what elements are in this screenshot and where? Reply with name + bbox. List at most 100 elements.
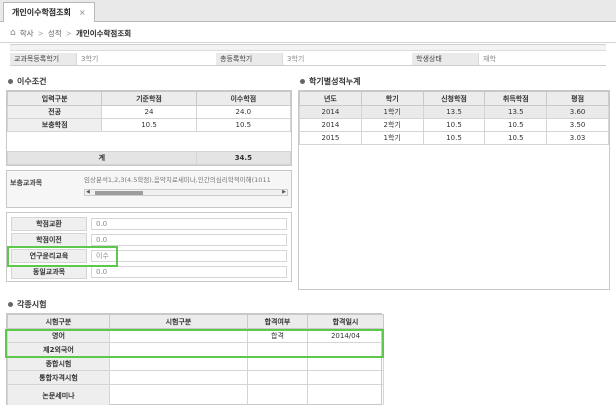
- scrollbar-thumb[interactable]: [95, 191, 143, 195]
- table-cell: 1학기: [360, 105, 424, 119]
- total-value: 34.5: [195, 151, 292, 165]
- column-header: 이수학점: [195, 91, 292, 106]
- table-row-empty: [8, 132, 291, 152]
- credit-row: 연구윤리교육 이수: [11, 249, 289, 263]
- column-header: 시험구분: [109, 314, 248, 329]
- table-cell: 10.5: [101, 118, 197, 132]
- table-cell: 합격: [247, 328, 308, 343]
- column-header: 기준학점: [101, 91, 197, 106]
- column-header: 학기: [360, 91, 424, 106]
- row-label: 영어: [7, 328, 110, 343]
- table-cell: [307, 370, 384, 385]
- table-cell: [109, 342, 248, 357]
- credit-row: 동일교과목 0.0: [11, 265, 289, 279]
- table-cell: [109, 384, 248, 405]
- home-icon[interactable]: ⌂: [10, 28, 16, 38]
- completion-table: 입력구분 기준학점 이수학점 전공 24 24.0 보충학점 10.5 10.5…: [6, 90, 292, 166]
- tab-bar: 개인이수학점조회 ×: [0, 0, 616, 22]
- column-header: 년도: [299, 91, 362, 106]
- table-cell: [109, 356, 248, 371]
- table-row[interactable]: 전공 24 24.0: [6, 105, 292, 119]
- table-row[interactable]: 2014 2학기 10.5 10.5 3.50: [299, 118, 609, 132]
- bullet-icon: [8, 79, 13, 84]
- bullet-icon: [8, 302, 13, 307]
- column-header: 평점: [546, 91, 609, 106]
- table-cell: 10.5: [195, 118, 292, 132]
- credit-field[interactable]: 0.0: [91, 218, 287, 230]
- row-label: 제2외국어: [7, 342, 110, 357]
- row-label: 보충학점: [6, 118, 103, 132]
- table-cell: 10.5: [422, 131, 486, 145]
- horizontal-scrollbar[interactable]: ◀ ▶: [84, 189, 288, 196]
- row-label: 논문세미나: [7, 384, 110, 405]
- table-cell: 10.5: [484, 118, 548, 132]
- completion-title-text: 이수조건: [17, 77, 47, 86]
- column-header: 합격여부: [247, 314, 308, 329]
- close-icon[interactable]: ×: [79, 8, 86, 17]
- table-row[interactable]: 2014 1학기 13.5 13.5 3.60: [299, 105, 609, 119]
- credit-row: 학점이전 0.0: [11, 233, 289, 247]
- tab-label: 개인이수학점조회: [12, 8, 71, 17]
- table-row[interactable]: 제2외국어: [7, 342, 384, 357]
- credit-field[interactable]: 0.0: [91, 234, 287, 246]
- breadcrumb-item[interactable]: 성적: [48, 28, 62, 39]
- divider: [0, 42, 616, 43]
- credit-label: 동일교과목: [11, 265, 87, 279]
- total-label: 계: [7, 151, 197, 165]
- table-row[interactable]: 보충학점 10.5 10.5: [6, 118, 292, 132]
- table-cell: 24.0: [195, 105, 292, 119]
- breadcrumb-current: 개인이수학점조회: [75, 28, 132, 38]
- breadcrumb: ⌂ 학사 > 성적 > 개인이수학점조회: [10, 27, 131, 39]
- table-cell: [307, 356, 384, 371]
- table-cell: [247, 384, 308, 405]
- total-row: 계 34.5: [7, 151, 292, 165]
- scroll-left-icon[interactable]: ◀: [86, 189, 90, 195]
- semester-section-title: 학기별성적누계: [300, 76, 361, 87]
- table-cell: 13.5: [422, 105, 486, 119]
- credit-field[interactable]: 0.0: [91, 266, 287, 278]
- exams-section-title: 각종시험: [8, 299, 46, 310]
- table-row[interactable]: 논문세미나: [7, 384, 384, 405]
- credit-row: 학점교환 0.0: [11, 217, 289, 231]
- row-label: 전공: [6, 105, 103, 119]
- info-value: 3학기: [282, 53, 412, 65]
- row-label: 종합시험: [7, 356, 110, 371]
- table-cell: [247, 370, 308, 385]
- table-cell: 2014/04: [307, 328, 384, 343]
- tab-personal-credits[interactable]: 개인이수학점조회 ×: [3, 2, 95, 22]
- breadcrumb-item[interactable]: 학사: [20, 28, 34, 39]
- row-label: 통합자격시험: [7, 370, 110, 385]
- table-row[interactable]: 영어 합격 2014/04: [7, 328, 384, 343]
- table-cell: [307, 342, 384, 357]
- table-cell: 2014: [299, 118, 362, 132]
- table-cell: [109, 328, 248, 343]
- table-cell: [247, 342, 308, 357]
- table-row[interactable]: 종합시험: [7, 356, 384, 371]
- table-row[interactable]: 통합자격시험: [7, 370, 384, 385]
- table-cell: [109, 370, 248, 385]
- semester-title-text: 학기별성적누계: [309, 77, 361, 86]
- student-info: 교과목등록학기 3학기 총등록학기 3학기 학생상태 재학: [10, 44, 606, 66]
- table-cell: 2014: [299, 105, 362, 119]
- supp-course-value: 임상분석1,2,3(4.5학점),음악치료세미나,인간의심리학적이해(1011: [84, 176, 271, 184]
- table-cell: 1학기: [360, 131, 424, 145]
- info-label: 총등록학기: [216, 53, 282, 65]
- table-row[interactable]: 2015 1학기 10.5 10.5 3.03: [299, 131, 609, 145]
- exams-table: 시험구분 시험구분 합격여부 합격일시 영어 합격 2014/04 제2외국어 …: [6, 313, 384, 405]
- info-value: 재학: [478, 53, 606, 65]
- table-cell: 3.03: [546, 131, 609, 145]
- column-header: 취득학점: [484, 91, 548, 106]
- completion-section-title: 이수조건: [8, 76, 46, 87]
- credit-label: 연구윤리교육: [11, 249, 87, 263]
- column-header: 입력구분: [6, 91, 103, 106]
- info-row-clipped: [10, 45, 606, 51]
- table-cell: 3.60: [546, 105, 609, 119]
- table-cell: [307, 384, 384, 405]
- table-cell: [247, 356, 308, 371]
- credit-field[interactable]: 이수: [91, 250, 287, 262]
- credits-box: 학점교환 0.0 학점이전 0.0 연구윤리교육 이수 동일교과목 0.0: [6, 212, 292, 282]
- table-cell: 13.5: [484, 105, 548, 119]
- table-cell: 10.5: [422, 118, 486, 132]
- scroll-right-icon[interactable]: ▶: [282, 189, 286, 195]
- table-cell: 24: [101, 105, 197, 119]
